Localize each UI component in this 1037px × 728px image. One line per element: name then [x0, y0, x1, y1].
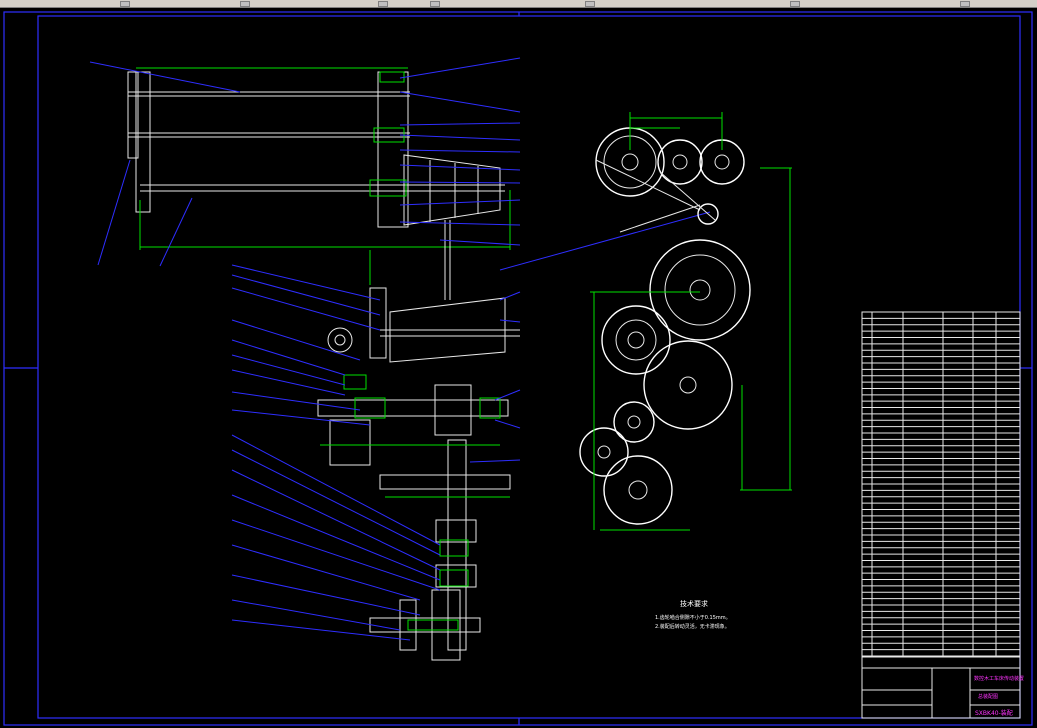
cad-toolbar: [0, 0, 1037, 8]
shaft-assembly-top-view: [127, 67, 511, 300]
gear-train-side-view: [579, 112, 792, 531]
tech-note-2: 2.装配后转动灵活，无卡滞现象。: [655, 623, 730, 630]
toolbar-button[interactable]: [960, 1, 970, 7]
toolbar-button[interactable]: [378, 1, 388, 7]
toolbar-button[interactable]: [430, 1, 440, 7]
title-block-subtitle: 总装配图: [978, 693, 998, 700]
title-block: 数控木工车床传动装置 总装配图 SXBK40-装配: [861, 656, 1024, 719]
drawing-code: SXBK40-装配: [975, 709, 1013, 717]
title-block-name: 数控木工车床传动装置: [974, 675, 1024, 682]
parts-list-table: [861, 311, 1021, 657]
tech-notes-title: 技术要求: [680, 599, 708, 608]
toolbar-button[interactable]: [120, 1, 130, 7]
drawing-canvas[interactable]: 技术要求 1.齿轮啮合侧隙不小于0.15mm。 2.装配后转动灵活，无卡滞现象。…: [0, 8, 1037, 728]
gearbox-section-view: [317, 250, 520, 661]
toolbar-button[interactable]: [790, 1, 800, 7]
tech-note-1: 1.齿轮啮合侧隙不小于0.15mm。: [655, 614, 731, 621]
toolbar-button[interactable]: [585, 1, 595, 7]
technical-requirements: 技术要求 1.齿轮啮合侧隙不小于0.15mm。 2.装配后转动灵活，无卡滞现象。: [655, 599, 731, 630]
toolbar-button[interactable]: [240, 1, 250, 7]
